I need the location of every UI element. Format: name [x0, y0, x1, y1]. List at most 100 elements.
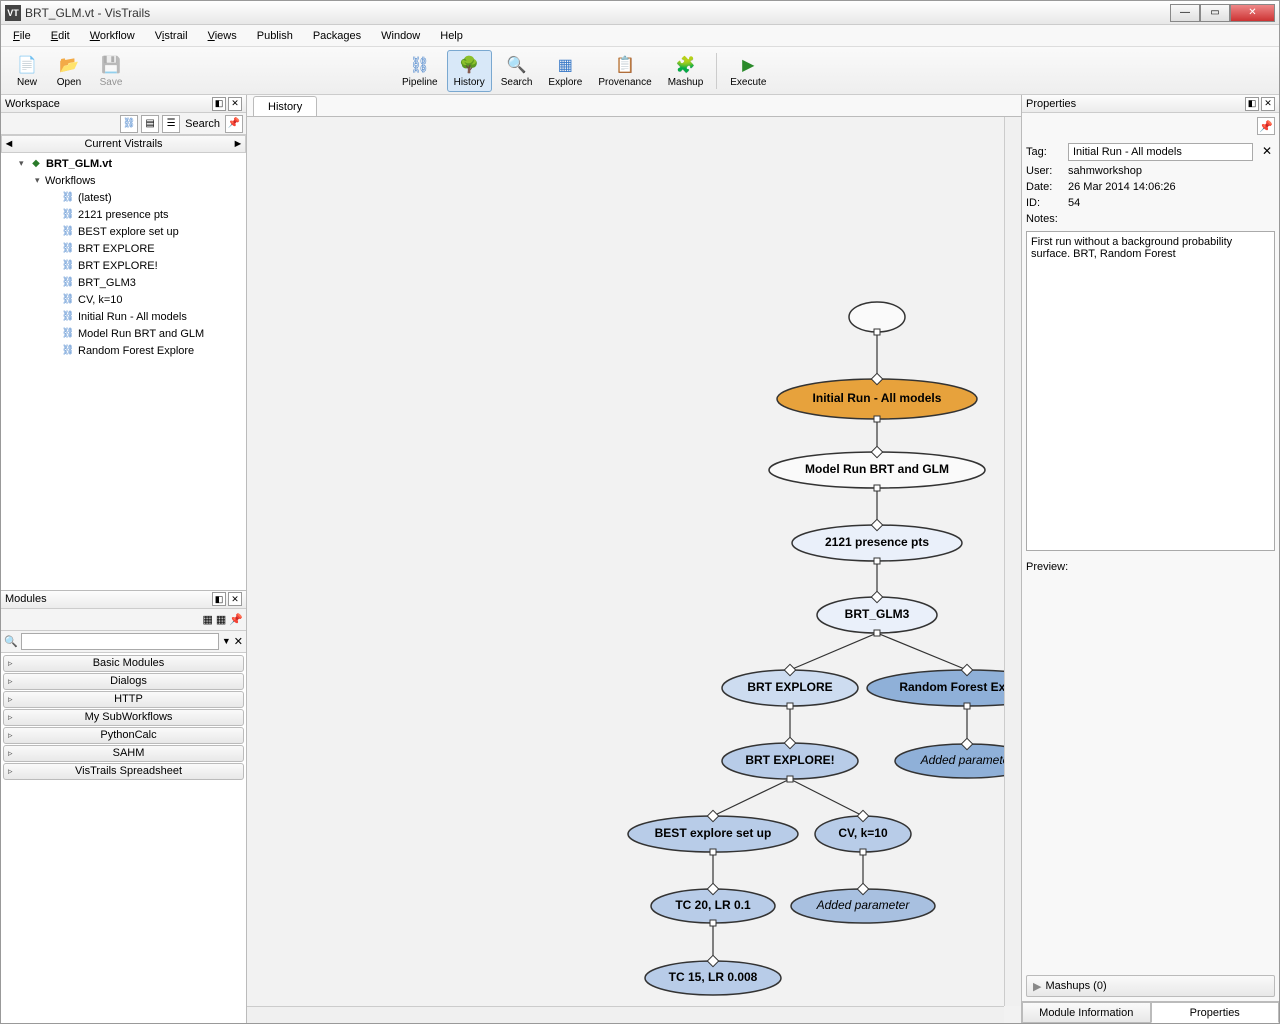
tree-workflow-item[interactable]: ⛓CV, k=10: [1, 291, 246, 308]
close-panel-icon[interactable]: ✕: [228, 592, 242, 606]
pin-icon[interactable]: 📌: [229, 613, 243, 626]
mashup-button[interactable]: 🧩Mashup: [661, 50, 711, 92]
tree-workflow-item[interactable]: ⛓(latest): [1, 189, 246, 206]
menu-help[interactable]: Help: [432, 28, 471, 44]
history-node[interactable]: BEST explore set up: [628, 810, 798, 855]
tree-workflows[interactable]: ▾Workflows: [1, 172, 246, 189]
vertical-scrollbar[interactable]: [1004, 117, 1021, 1006]
next-vistrail-icon[interactable]: ►: [231, 138, 245, 150]
minimize-button[interactable]: —: [1170, 4, 1200, 22]
tree-workflow-item[interactable]: ⛓2121 presence pts: [1, 206, 246, 223]
module-category[interactable]: ▹HTTP: [3, 691, 244, 708]
history-node[interactable]: Added parameter: [895, 738, 1021, 778]
module-search-input[interactable]: [21, 633, 219, 650]
history-node[interactable]: TC 20, LR 0.1: [651, 883, 775, 926]
center-tabbar: History: [247, 95, 1021, 117]
history-icon: 🌳: [458, 54, 480, 76]
tree-icon[interactable]: ⛓: [120, 115, 138, 133]
history-node[interactable]: Random Forest Explore: [867, 664, 1021, 709]
tab-history[interactable]: History: [253, 96, 317, 116]
menu-publish[interactable]: Publish: [249, 28, 301, 44]
pipeline-button[interactable]: ⛓Pipeline: [395, 50, 445, 92]
dropdown-icon[interactable]: ▼: [222, 636, 231, 646]
expand-icon: ▹: [8, 748, 18, 759]
menu-views[interactable]: Views: [200, 28, 245, 44]
history-button[interactable]: 🌳History: [447, 50, 492, 92]
module-action2-icon[interactable]: ▦: [216, 613, 226, 626]
history-node[interactable]: CV, k=10: [815, 810, 911, 855]
maximize-button[interactable]: ▭: [1200, 4, 1230, 22]
workspace-header: Workspace ◧ ✕: [1, 95, 246, 113]
history-node[interactable]: Added parameter: [791, 883, 935, 923]
provenance-button[interactable]: 📋Provenance: [591, 50, 658, 92]
mashups-button[interactable]: ▶ Mashups (0): [1026, 975, 1275, 997]
execute-button[interactable]: ▶Execute: [723, 50, 773, 92]
history-node[interactable]: BRT_GLM3: [817, 591, 937, 636]
open-button[interactable]: 📂Open: [49, 50, 89, 92]
tree-workflow-item[interactable]: ⛓Random Forest Explore: [1, 342, 246, 359]
filter-icon[interactable]: ☰: [162, 115, 180, 133]
menu-edit[interactable]: Edit: [43, 28, 78, 44]
module-category[interactable]: ▹Dialogs: [3, 673, 244, 690]
tab-properties[interactable]: Properties: [1151, 1002, 1280, 1023]
tag-input[interactable]: [1068, 143, 1253, 161]
workflow-icon: ⛓: [61, 277, 75, 289]
list-icon[interactable]: ▤: [141, 115, 159, 133]
tree-workflow-item[interactable]: ⛓Initial Run - All models: [1, 308, 246, 325]
search-button[interactable]: 🔍Search: [494, 50, 540, 92]
history-node[interactable]: Model Run BRT and GLM: [769, 446, 985, 491]
tree-workflow-item[interactable]: ⛓Model Run BRT and GLM: [1, 325, 246, 342]
history-canvas[interactable]: Initial Run - All models Model Run BRT an…: [247, 117, 1021, 1023]
close-panel-icon[interactable]: ✕: [1261, 97, 1275, 111]
module-action1-icon[interactable]: ▦: [202, 613, 212, 626]
tree-workflow-item[interactable]: ⛓BRT EXPLORE: [1, 240, 246, 257]
module-category[interactable]: ▹My SubWorkflows: [3, 709, 244, 726]
pin-icon[interactable]: 📌: [225, 115, 243, 133]
menu-vistrail[interactable]: Vistrail: [147, 28, 196, 44]
module-category[interactable]: ▹SAHM: [3, 745, 244, 762]
close-panel-icon[interactable]: ✕: [228, 97, 242, 111]
execute-icon: ▶: [737, 54, 759, 76]
clear-search-icon[interactable]: ✕: [234, 635, 243, 648]
history-node[interactable]: TC 15, LR 0.008: [645, 955, 781, 995]
window-title: BRT_GLM.vt - VisTrails: [25, 6, 1170, 20]
tree-workflow-item[interactable]: ⛓BRT_GLM3: [1, 274, 246, 291]
tree-workflow-item[interactable]: ⛓BRT EXPLORE!: [1, 257, 246, 274]
history-node[interactable]: BRT EXPLORE!: [722, 737, 858, 782]
new-button[interactable]: 📄New: [7, 50, 47, 92]
svg-text:BRT_GLM3: BRT_GLM3: [845, 607, 910, 621]
svg-text:CV, k=10: CV, k=10: [838, 826, 888, 840]
svg-text:Random Forest Explore: Random Forest Explore: [899, 680, 1021, 694]
clear-tag-icon[interactable]: ✕: [1259, 144, 1275, 160]
pipeline-icon: ⛓: [409, 54, 431, 76]
module-category[interactable]: ▹Basic Modules: [3, 655, 244, 672]
horizontal-scrollbar[interactable]: [247, 1006, 1004, 1023]
history-node[interactable]: BRT EXPLORE: [722, 664, 858, 709]
module-category[interactable]: ▹PythonCalc: [3, 727, 244, 744]
history-node[interactable]: [849, 302, 905, 335]
menu-workflow[interactable]: Workflow: [82, 28, 143, 44]
svg-text:Initial Run - All models: Initial Run - All models: [813, 391, 942, 405]
tree-workflow-item[interactable]: ⛓BEST explore set up: [1, 223, 246, 240]
expand-icon: ▹: [8, 694, 18, 705]
workflow-icon: ⛓: [61, 226, 75, 238]
menu-packages[interactable]: Packages: [305, 28, 369, 44]
notes-textarea[interactable]: First run without a background probabili…: [1026, 231, 1275, 551]
date-value: 26 Mar 2014 14:06:26: [1068, 181, 1176, 193]
svg-text:Model Run BRT and GLM: Model Run BRT and GLM: [805, 462, 949, 476]
menu-window[interactable]: Window: [373, 28, 428, 44]
svg-text:Added parameter: Added parameter: [816, 898, 911, 912]
undock-icon[interactable]: ◧: [212, 592, 226, 606]
module-category[interactable]: ▹VisTrails Spreadsheet: [3, 763, 244, 780]
pin-icon[interactable]: 📌: [1257, 117, 1275, 135]
tree-root[interactable]: ▾◆BRT_GLM.vt: [1, 155, 246, 172]
menu-file[interactable]: File: [5, 28, 39, 44]
prev-vistrail-icon[interactable]: ◄: [2, 138, 16, 150]
tab-module-information[interactable]: Module Information: [1022, 1002, 1151, 1023]
explore-button[interactable]: ▦Explore: [541, 50, 589, 92]
undock-icon[interactable]: ◧: [212, 97, 226, 111]
history-node[interactable]: Initial Run - All models: [777, 373, 977, 422]
close-button[interactable]: ✕: [1230, 4, 1275, 22]
history-node[interactable]: 2121 presence pts: [792, 519, 962, 564]
undock-icon[interactable]: ◧: [1245, 97, 1259, 111]
